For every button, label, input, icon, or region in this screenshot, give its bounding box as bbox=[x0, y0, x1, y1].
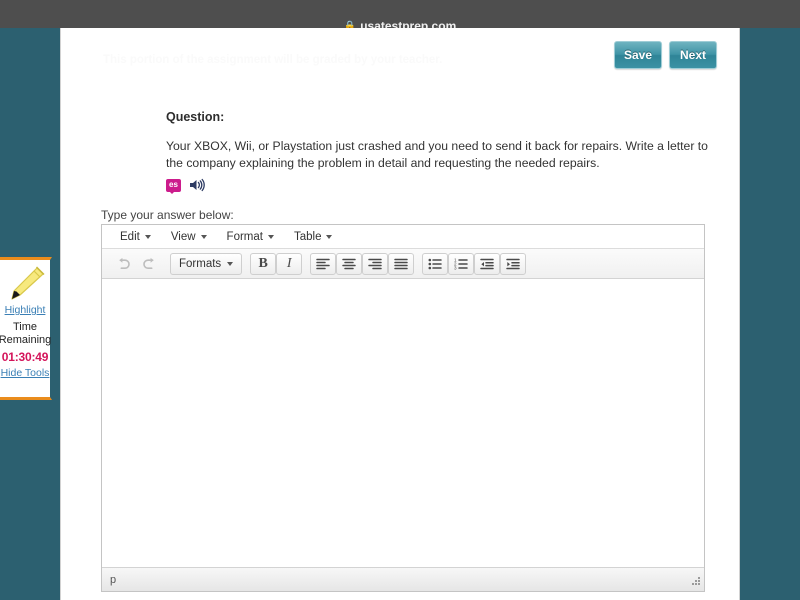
editor-toolbar: Formats B I bbox=[102, 249, 704, 279]
menu-table-label: Table bbox=[294, 231, 322, 243]
menu-format-label: Format bbox=[227, 231, 263, 243]
chevron-down-icon bbox=[145, 235, 151, 239]
timer-value: 01:30:49 bbox=[2, 350, 48, 364]
chevron-down-icon bbox=[227, 262, 233, 266]
undo-icon[interactable] bbox=[110, 253, 136, 275]
next-button[interactable]: Next bbox=[669, 41, 717, 69]
align-right-button[interactable] bbox=[362, 253, 388, 275]
align-center-icon bbox=[342, 258, 356, 270]
formats-group: Formats bbox=[170, 253, 242, 275]
highlighter-pen-icon[interactable] bbox=[3, 264, 47, 304]
align-center-button[interactable] bbox=[336, 253, 362, 275]
action-button-group: Save Next bbox=[614, 41, 717, 69]
editor-content-area[interactable] bbox=[102, 279, 704, 567]
menu-edit-label: Edit bbox=[120, 231, 140, 243]
menu-table[interactable]: Table bbox=[284, 228, 343, 246]
indent-icon bbox=[506, 258, 520, 270]
question-icon-row: es bbox=[166, 178, 711, 192]
align-right-icon bbox=[368, 258, 382, 270]
question-text: Your XBOX, Wii, or Playstation just cras… bbox=[166, 138, 711, 172]
numbered-list-button[interactable]: 123 bbox=[448, 253, 474, 275]
svg-text:3: 3 bbox=[454, 265, 457, 269]
student-tools-panel: Highlight Time Remaining 01:30:49 Hide T… bbox=[0, 257, 52, 400]
answer-prompt-label: Type your answer below: bbox=[101, 208, 234, 222]
align-left-icon bbox=[316, 258, 330, 270]
numbered-list-icon: 123 bbox=[454, 258, 468, 270]
italic-icon: I bbox=[287, 256, 292, 272]
bullet-list-button[interactable] bbox=[422, 253, 448, 275]
grading-notice: This portion of the assignment will be g… bbox=[103, 54, 623, 66]
page-background: This portion of the assignment will be g… bbox=[0, 28, 800, 600]
formats-dropdown[interactable]: Formats bbox=[170, 253, 242, 275]
translate-spanish-icon[interactable]: es bbox=[166, 179, 181, 192]
indent-button[interactable] bbox=[500, 253, 526, 275]
menu-format[interactable]: Format bbox=[217, 228, 284, 246]
question-label: Question: bbox=[166, 110, 711, 124]
outdent-button[interactable] bbox=[474, 253, 500, 275]
formats-label: Formats bbox=[179, 258, 221, 270]
bullet-list-icon bbox=[428, 258, 442, 270]
editor-menu-bar: Edit View Format Table bbox=[102, 225, 704, 249]
time-remaining-label: Time Remaining bbox=[0, 321, 51, 347]
bold-icon: B bbox=[259, 256, 268, 272]
content-card: This portion of the assignment will be g… bbox=[60, 28, 740, 600]
chevron-down-icon bbox=[326, 235, 332, 239]
outdent-icon bbox=[480, 258, 494, 270]
align-justify-icon bbox=[394, 258, 408, 270]
menu-view[interactable]: View bbox=[161, 228, 217, 246]
speaker-icon[interactable] bbox=[189, 178, 205, 192]
chevron-down-icon bbox=[268, 235, 274, 239]
question-block: Question: Your XBOX, Wii, or Playstation… bbox=[166, 110, 711, 192]
alignment-group bbox=[310, 253, 414, 275]
resize-grip-handle[interactable] bbox=[690, 577, 701, 588]
hide-tools-link[interactable]: Hide Tools bbox=[1, 367, 50, 379]
menu-view-label: View bbox=[171, 231, 196, 243]
redo-icon[interactable] bbox=[136, 253, 162, 275]
list-group: 123 bbox=[422, 253, 526, 275]
align-justify-button[interactable] bbox=[388, 253, 414, 275]
text-style-group: B I bbox=[250, 253, 302, 275]
chevron-down-icon bbox=[201, 235, 207, 239]
rich-text-editor: Edit View Format Table bbox=[101, 224, 705, 592]
element-path[interactable]: p bbox=[110, 574, 116, 586]
save-button[interactable]: Save bbox=[614, 41, 662, 69]
bold-button[interactable]: B bbox=[250, 253, 276, 275]
highlight-tool-link[interactable]: Highlight bbox=[5, 304, 46, 316]
editor-status-bar: p bbox=[102, 567, 704, 591]
menu-edit[interactable]: Edit bbox=[110, 228, 161, 246]
align-left-button[interactable] bbox=[310, 253, 336, 275]
history-group bbox=[110, 253, 162, 275]
italic-button[interactable]: I bbox=[276, 253, 302, 275]
